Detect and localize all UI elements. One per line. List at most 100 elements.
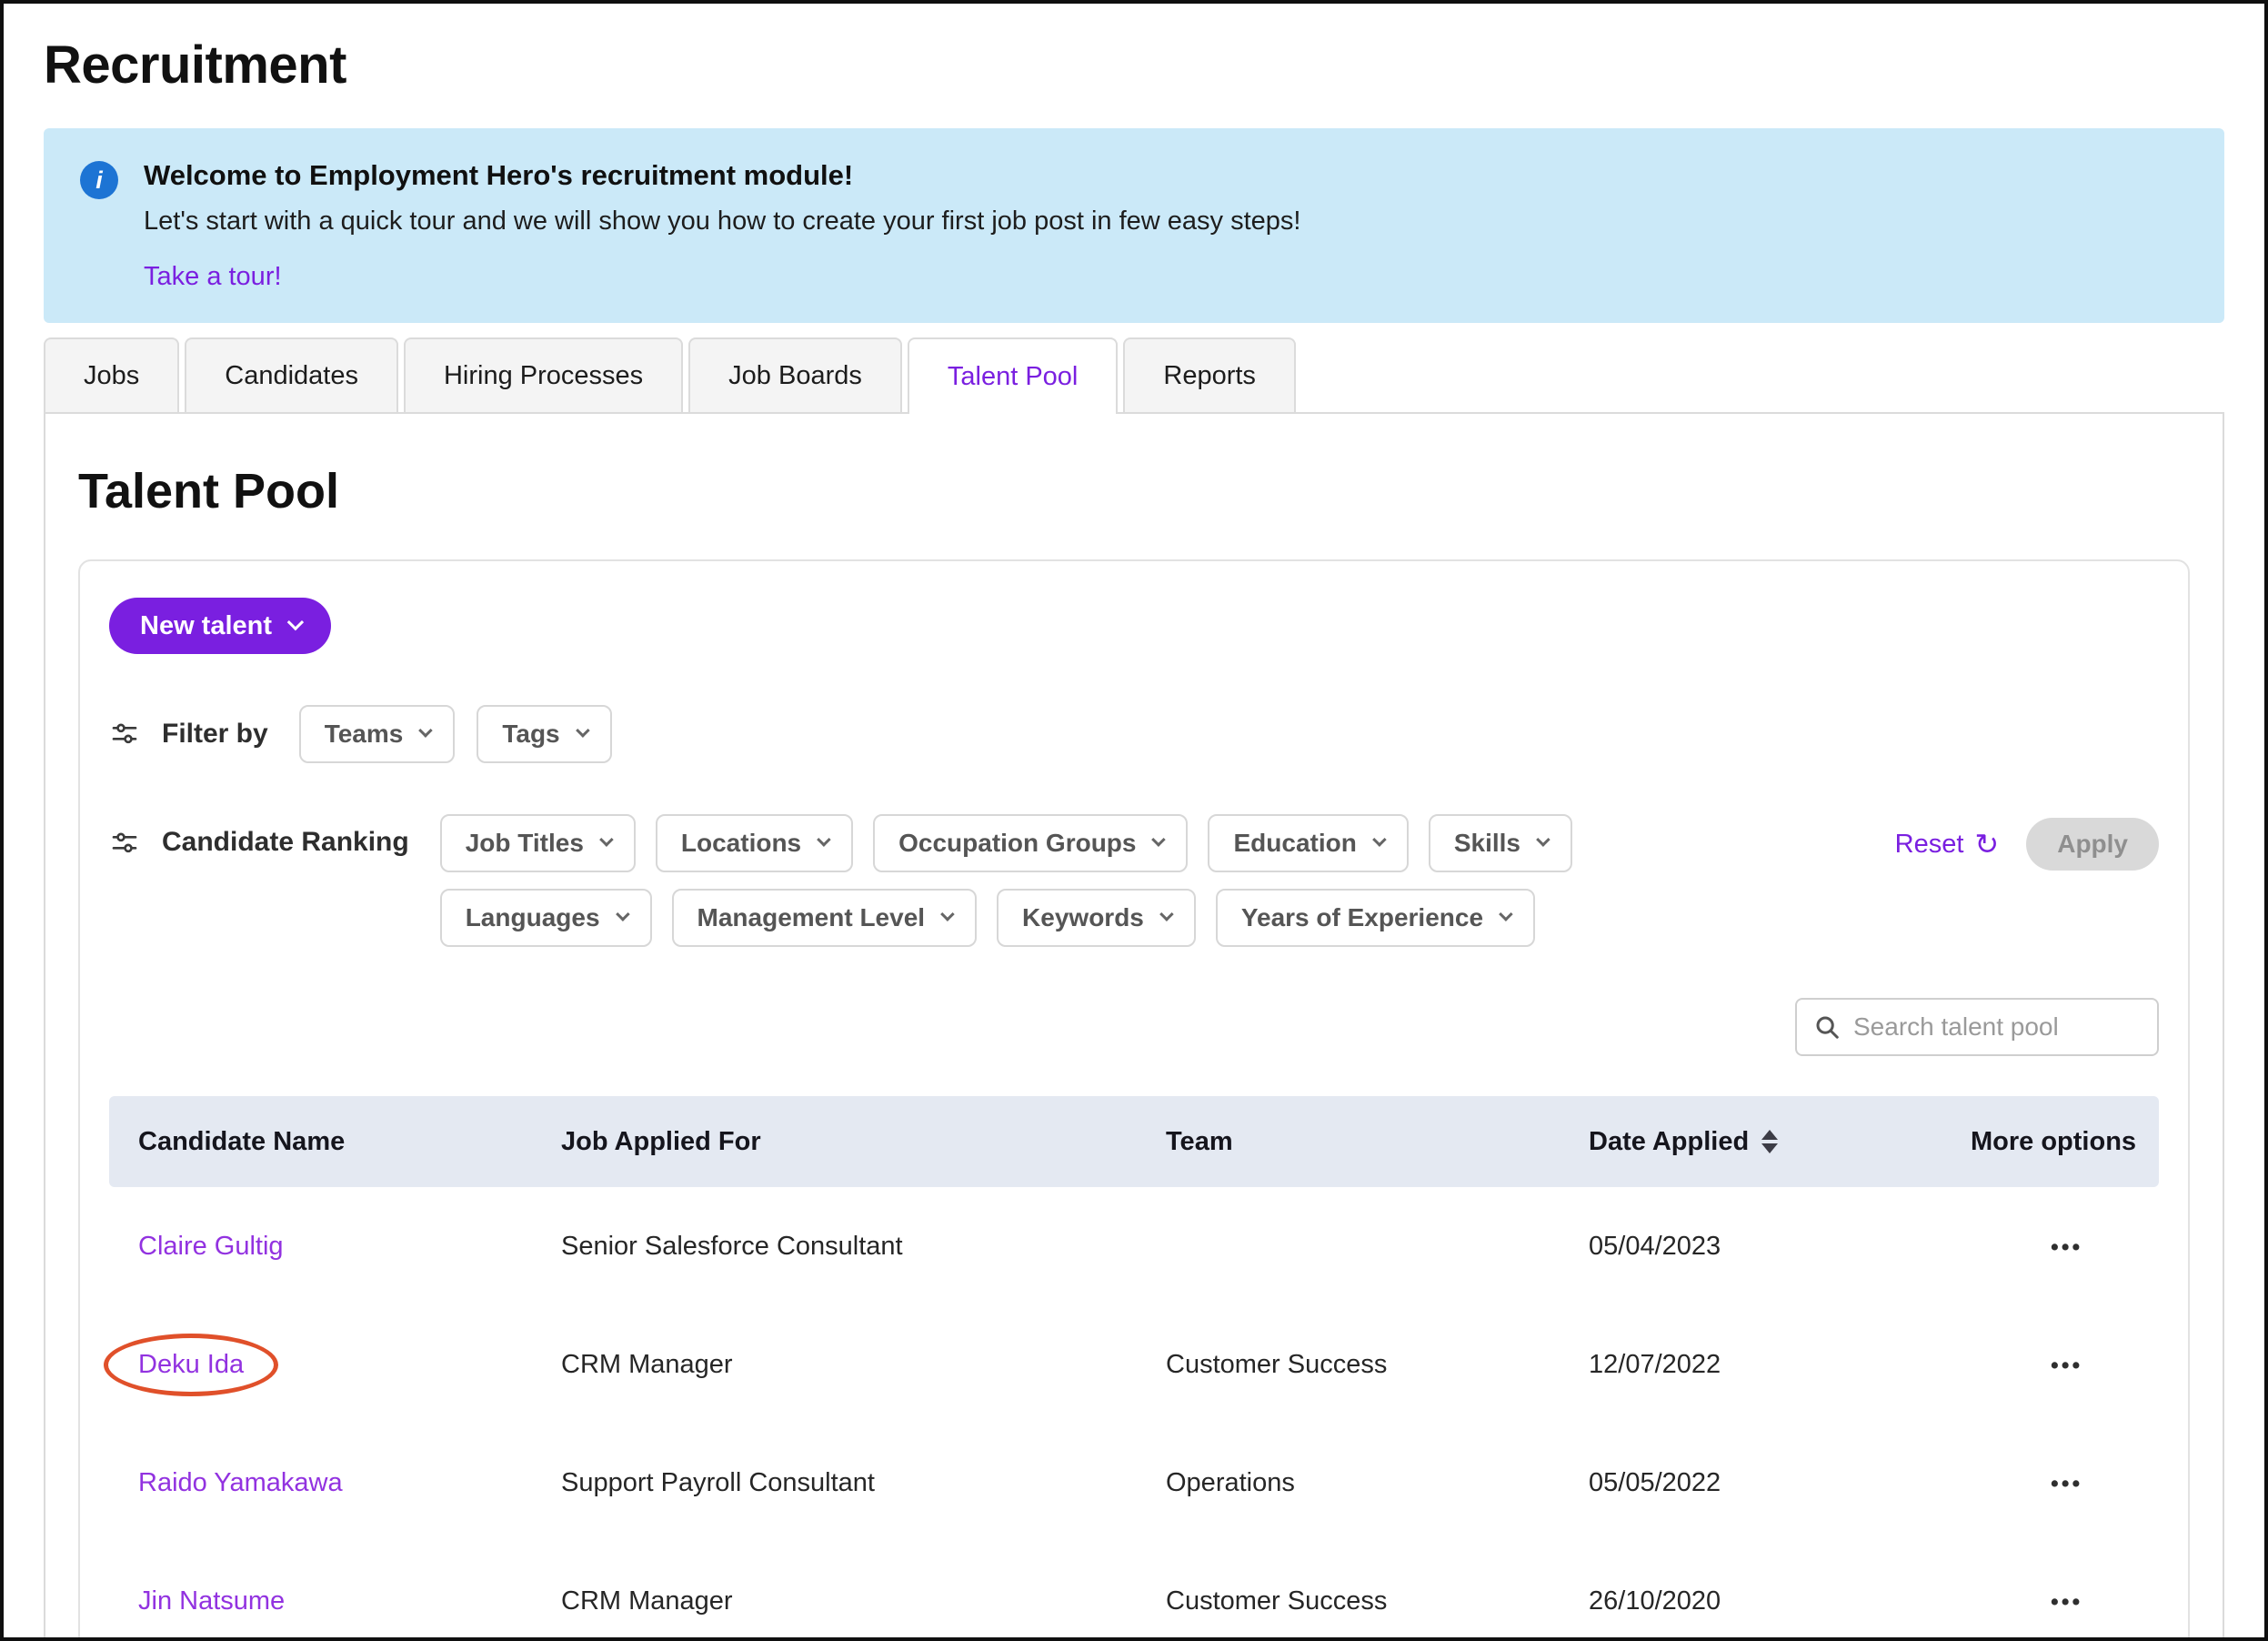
tab-reports[interactable]: Reports <box>1123 337 1296 412</box>
skills-filter-dropdown[interactable]: Skills <box>1429 814 1572 872</box>
more-options-cell: ••• <box>1971 1468 2159 1498</box>
chevron-down-icon <box>1159 907 1174 921</box>
more-options-cell: ••• <box>1971 1586 2159 1616</box>
candidate-name-cell: Raido Yamakawa <box>138 1468 561 1498</box>
candidate-name-link[interactable]: Jin Natsume <box>138 1586 285 1616</box>
candidate-ranking-row: Candidate Ranking Job Titles Locations O… <box>109 814 2159 947</box>
job-applied-cell: CRM Manager <box>561 1350 1166 1380</box>
chevron-down-icon <box>1499 907 1513 921</box>
chevron-down-icon <box>817 832 831 847</box>
skills-filter-label: Skills <box>1454 829 1520 858</box>
tab-talent-pool[interactable]: Talent Pool <box>908 337 1119 414</box>
chevron-down-icon <box>418 723 433 738</box>
candidate-name-cell: Claire Gultig <box>138 1232 561 1262</box>
sort-asc-icon <box>1761 1130 1778 1140</box>
more-options-button[interactable]: ••• <box>2051 1353 2082 1378</box>
take-a-tour-link[interactable]: Take a tour! <box>144 262 282 292</box>
ranking-filters-row-2: Languages Management Level Keywords <box>440 889 1572 947</box>
search-icon <box>1813 1013 1841 1041</box>
years-of-experience-filter-label: Years of Experience <box>1241 903 1483 932</box>
table-header: Candidate Name Job Applied For Team Date… <box>109 1096 2159 1187</box>
job-titles-filter-label: Job Titles <box>466 829 584 858</box>
languages-filter-label: Languages <box>466 903 600 932</box>
more-options-button[interactable]: ••• <box>2051 1471 2082 1496</box>
sliders-icon <box>109 720 140 749</box>
table-row: Raido Yamakawa Support Payroll Consultan… <box>109 1424 2159 1542</box>
search-input[interactable] <box>1853 1012 2141 1042</box>
job-applied-cell: Support Payroll Consultant <box>561 1468 1166 1498</box>
banner-subtitle: Let's start with a quick tour and we wil… <box>144 206 1300 237</box>
reset-button[interactable]: Reset ↻ <box>1895 830 2000 860</box>
column-header-more-options: More options <box>1971 1127 2159 1157</box>
education-filter-label: Education <box>1233 829 1356 858</box>
candidate-ranking-label: Candidate Ranking <box>162 827 409 858</box>
talent-pool-panel: Talent Pool New talent Filter by Teams T… <box>44 412 2224 1641</box>
occupation-groups-filter-dropdown[interactable]: Occupation Groups <box>873 814 1188 872</box>
tab-hiring-processes[interactable]: Hiring Processes <box>404 337 683 412</box>
more-options-button[interactable]: ••• <box>2051 1589 2082 1615</box>
years-of-experience-filter-dropdown[interactable]: Years of Experience <box>1216 889 1535 947</box>
candidate-name-link[interactable]: Raido Yamakawa <box>138 1468 343 1497</box>
new-talent-label: New talent <box>140 611 272 641</box>
keywords-filter-dropdown[interactable]: Keywords <box>997 889 1196 947</box>
column-header-job-applied-for: Job Applied For <box>561 1127 1166 1157</box>
team-cell: Customer Success <box>1166 1586 1589 1616</box>
page-title: Recruitment <box>44 35 2224 96</box>
team-cell: Operations <box>1166 1468 1589 1498</box>
sort-icon[interactable] <box>1761 1130 1778 1153</box>
reset-label: Reset <box>1895 830 1964 860</box>
date-applied-header-label: Date Applied <box>1589 1127 1749 1157</box>
tab-bar: Jobs Candidates Hiring Processes Job Boa… <box>44 337 2224 412</box>
candidate-name-link[interactable]: Claire Gultig <box>138 1232 284 1261</box>
date-applied-cell: 26/10/2020 <box>1589 1586 1971 1616</box>
chevron-down-icon <box>599 832 614 847</box>
banner-content: Welcome to Employment Hero's recruitment… <box>144 159 1300 292</box>
candidate-name-link[interactable]: Deku Ida <box>138 1350 244 1379</box>
locations-filter-dropdown[interactable]: Locations <box>656 814 853 872</box>
table-row: Jin Natsume CRM Manager Customer Success… <box>109 1542 2159 1641</box>
education-filter-dropdown[interactable]: Education <box>1208 814 1408 872</box>
welcome-banner: i Welcome to Employment Hero's recruitme… <box>44 128 2224 323</box>
column-header-team: Team <box>1166 1127 1589 1157</box>
languages-filter-dropdown[interactable]: Languages <box>440 889 652 947</box>
ranking-filters-row-1: Job Titles Locations Occupation Groups <box>440 814 1572 872</box>
job-applied-cell: Senior Salesforce Consultant <box>561 1232 1166 1262</box>
candidate-name-cell: Deku Ida <box>138 1350 561 1380</box>
search-box <box>1795 998 2159 1056</box>
column-header-candidate-name: Candidate Name <box>138 1127 561 1157</box>
tab-jobs[interactable]: Jobs <box>44 337 179 412</box>
new-talent-button[interactable]: New talent <box>109 598 331 654</box>
tab-job-boards[interactable]: Job Boards <box>688 337 902 412</box>
teams-filter-label: Teams <box>325 720 404 749</box>
chevron-down-icon <box>1152 832 1167 847</box>
date-applied-cell: 05/04/2023 <box>1589 1232 1971 1262</box>
management-level-filter-label: Management Level <box>697 903 926 932</box>
table-row: Claire Gultig Senior Salesforce Consulta… <box>109 1187 2159 1305</box>
job-applied-cell: CRM Manager <box>561 1586 1166 1616</box>
job-titles-filter-dropdown[interactable]: Job Titles <box>440 814 636 872</box>
app-window: Recruitment i Welcome to Employment Hero… <box>0 0 2268 1641</box>
teams-filter-dropdown[interactable]: Teams <box>299 705 456 763</box>
tags-filter-dropdown[interactable]: Tags <box>477 705 611 763</box>
apply-button[interactable]: Apply <box>2026 818 2159 871</box>
talent-pool-table: Candidate Name Job Applied For Team Date… <box>109 1096 2159 1641</box>
chevron-down-icon <box>940 907 955 921</box>
info-icon: i <box>80 161 118 199</box>
tab-candidates[interactable]: Candidates <box>185 337 398 412</box>
banner-title: Welcome to Employment Hero's recruitment… <box>144 159 1300 192</box>
search-row <box>109 998 2159 1056</box>
keywords-filter-label: Keywords <box>1022 903 1144 932</box>
tags-filter-label: Tags <box>502 720 559 749</box>
chevron-down-icon <box>1372 832 1387 847</box>
date-applied-cell: 12/07/2022 <box>1589 1350 1971 1380</box>
more-options-button[interactable]: ••• <box>2051 1234 2082 1260</box>
sliders-icon <box>109 829 140 858</box>
chevron-down-icon <box>616 907 630 921</box>
management-level-filter-dropdown[interactable]: Management Level <box>672 889 978 947</box>
filter-by-label: Filter by <box>162 719 268 750</box>
talent-pool-card: New talent Filter by Teams Tags <box>78 559 2190 1641</box>
candidate-name-cell: Jin Natsume <box>138 1586 561 1616</box>
column-header-date-applied[interactable]: Date Applied <box>1589 1127 1971 1157</box>
team-cell: Customer Success <box>1166 1350 1589 1380</box>
more-options-cell: ••• <box>1971 1350 2159 1380</box>
